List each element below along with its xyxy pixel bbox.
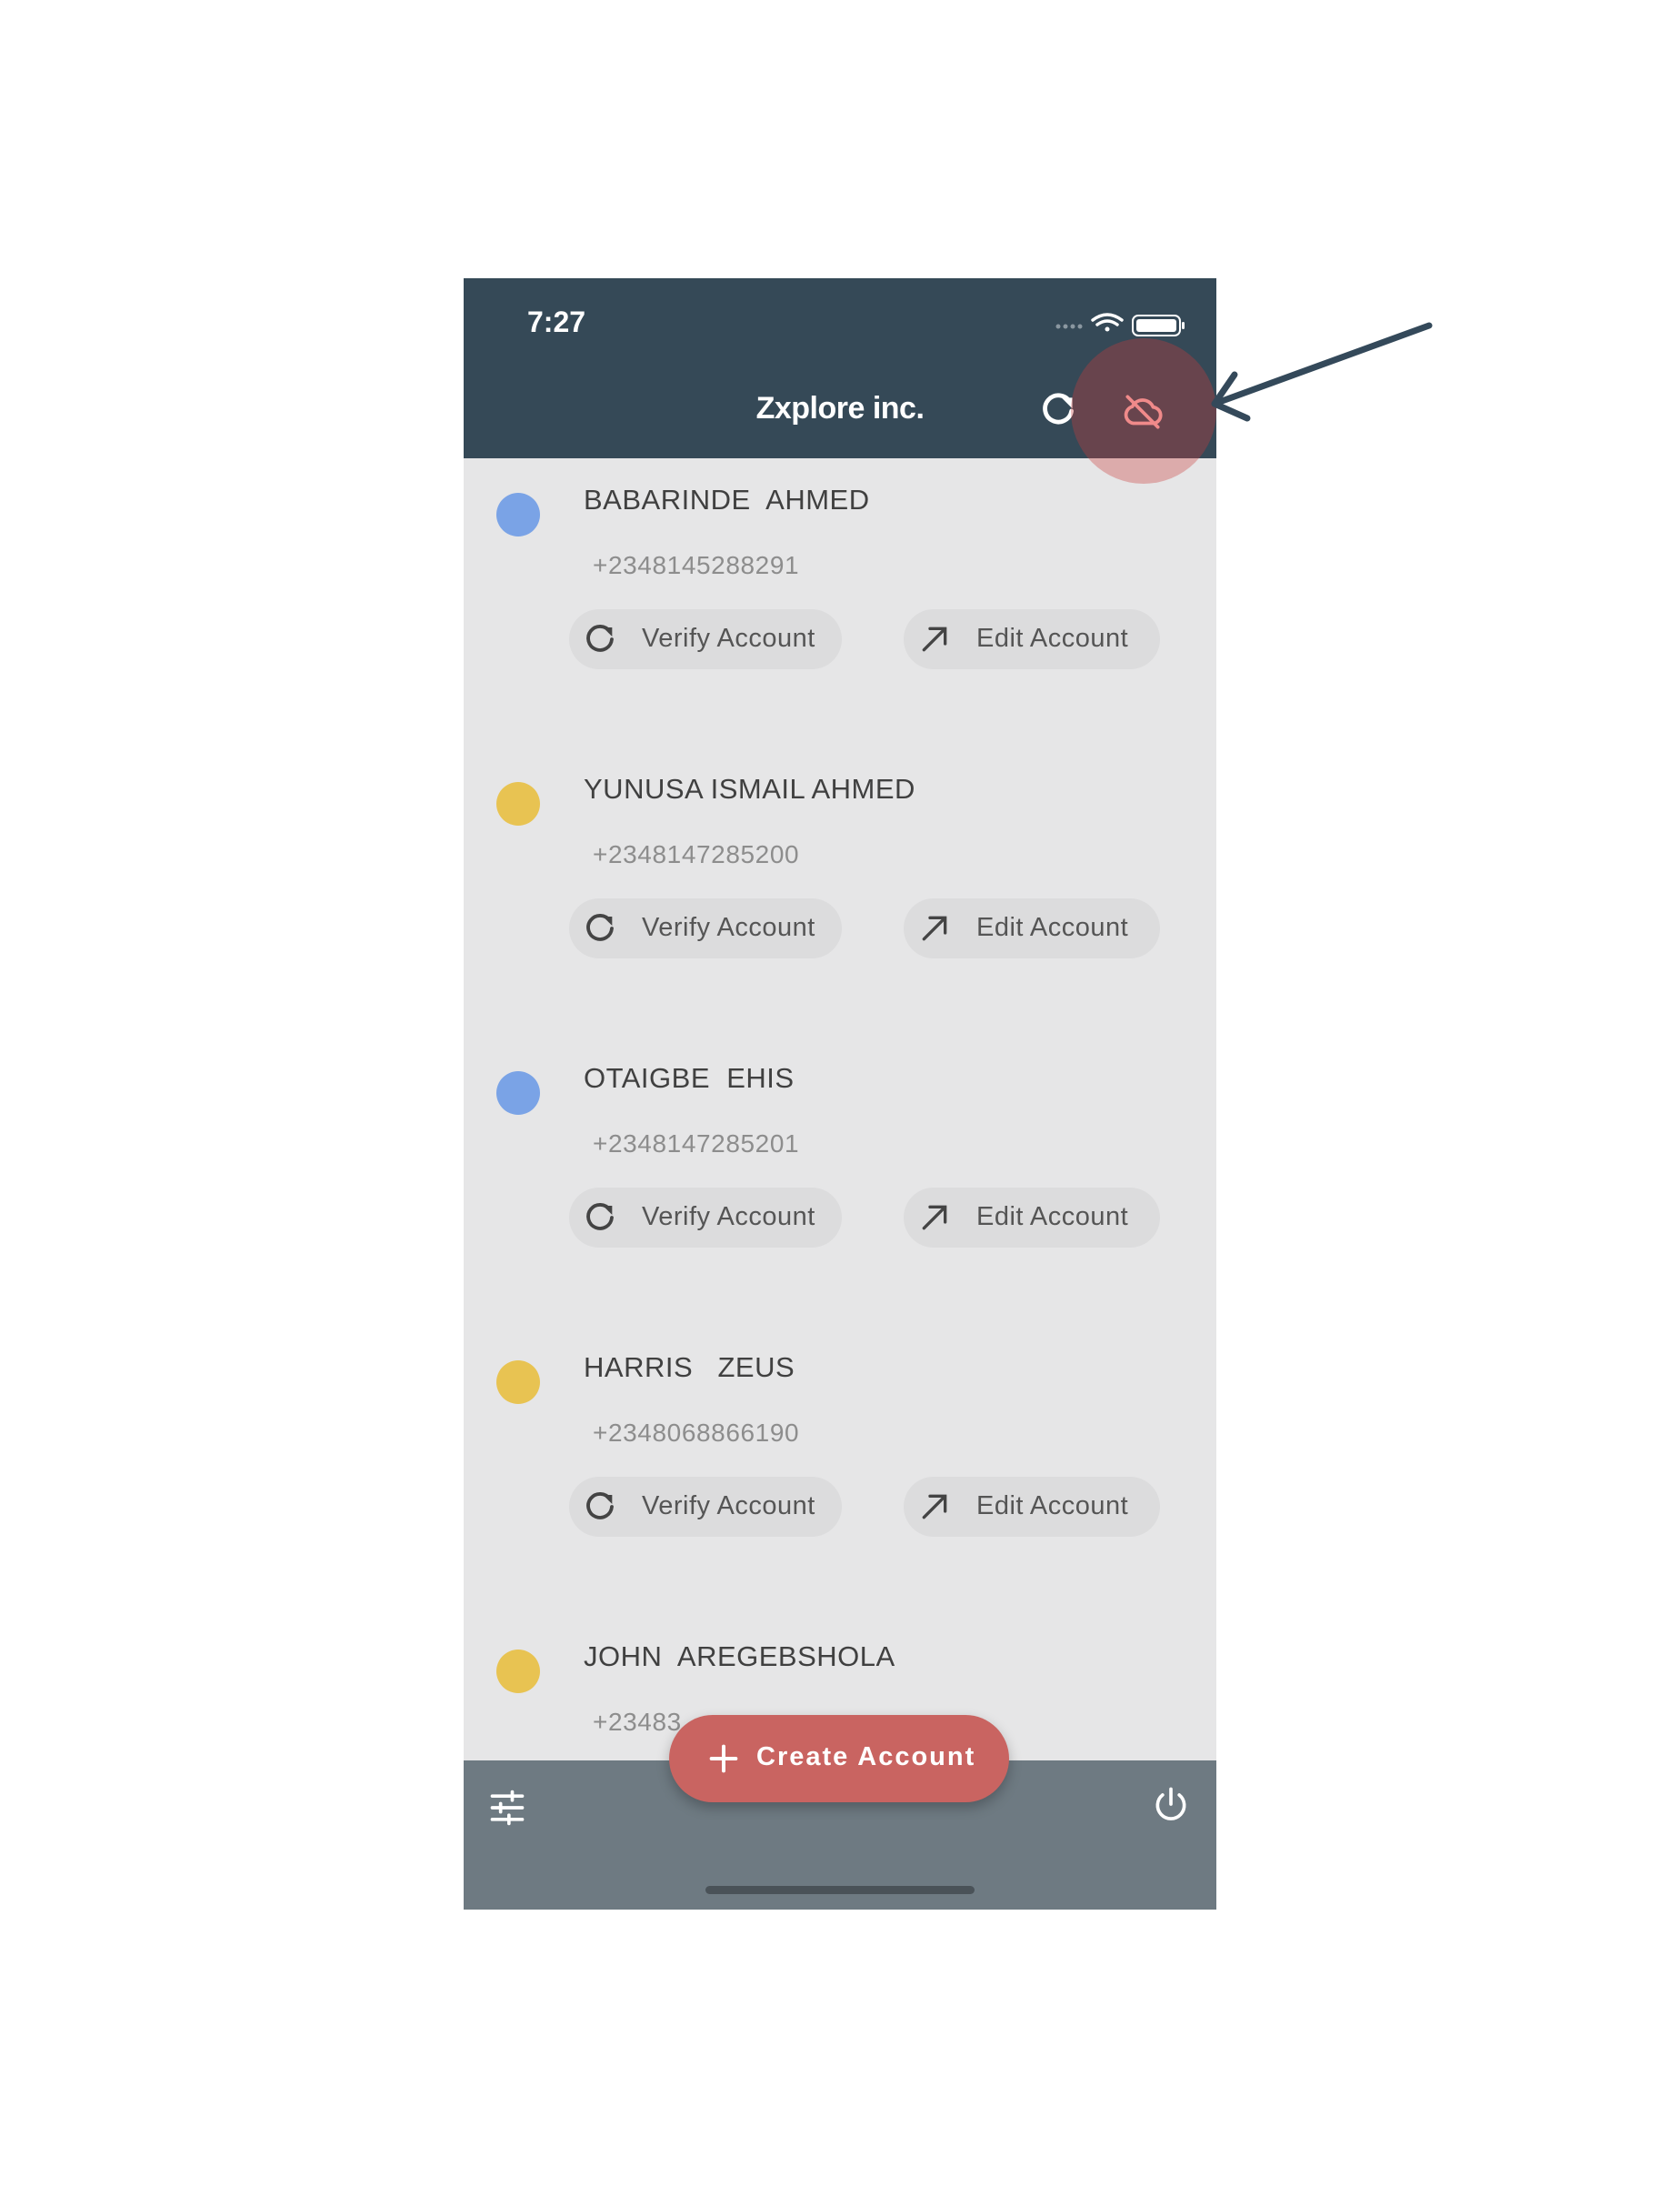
account-name: OTAIGBE EHIS xyxy=(584,1062,795,1094)
account-phone: +2348068866190 xyxy=(593,1419,800,1447)
battery-icon xyxy=(1132,315,1185,336)
edit-label: Edit Account xyxy=(976,1202,1129,1231)
arrow-up-right-icon xyxy=(922,1205,947,1230)
edit-account-button[interactable]: Edit Account xyxy=(904,898,1160,958)
verify-account-button[interactable]: Verify Account xyxy=(569,1188,842,1248)
account-name: BABARINDE AHMED xyxy=(584,484,870,516)
edit-label: Edit Account xyxy=(976,1491,1129,1520)
list-item: BABARINDE AHMED +2348145288291 Verify Ac… xyxy=(464,458,1216,747)
status-dot xyxy=(496,1650,540,1693)
arrow-up-right-icon xyxy=(922,627,947,652)
status-icons xyxy=(1055,313,1185,336)
account-name: HARRIS ZEUS xyxy=(584,1351,795,1383)
status-dot xyxy=(496,1071,540,1115)
account-name: JOHN AREGEBSHOLA xyxy=(584,1640,895,1672)
list-item: HARRIS ZEUS +2348068866190 Verify Accoun… xyxy=(464,1326,1216,1615)
status-dot xyxy=(496,1360,540,1404)
refresh-icon xyxy=(586,914,614,941)
verify-label: Verify Account xyxy=(642,913,815,942)
verify-label: Verify Account xyxy=(642,624,815,653)
plus-icon xyxy=(709,1744,738,1773)
wifi-icon xyxy=(1091,313,1124,332)
account-phone: +2348147285200 xyxy=(593,840,800,868)
account-phone: +23483 xyxy=(593,1708,682,1736)
arrow-up-right-icon xyxy=(922,1494,947,1519)
account-phone: +2348145288291 xyxy=(593,551,800,579)
list-item: YUNUSA ISMAIL AHMED +2348147285200 Verif… xyxy=(464,747,1216,1037)
create-account-label: Create Account xyxy=(756,1742,976,1771)
power-icon[interactable] xyxy=(1151,1784,1191,1824)
edit-account-button[interactable]: Edit Account xyxy=(904,1188,1160,1248)
account-name: YUNUSA ISMAIL AHMED xyxy=(584,773,915,805)
refresh-icon xyxy=(586,1492,614,1519)
verify-label: Verify Account xyxy=(642,1202,815,1231)
account-phone: +2348147285201 xyxy=(593,1129,800,1158)
edit-label: Edit Account xyxy=(976,913,1129,942)
verify-account-button[interactable]: Verify Account xyxy=(569,898,842,958)
list-item: OTAIGBE EHIS +2348147285201 Verify Accou… xyxy=(464,1037,1216,1326)
refresh-icon xyxy=(586,625,614,652)
arrow-up-right-icon xyxy=(922,916,947,941)
status-dot xyxy=(496,493,540,536)
verify-label: Verify Account xyxy=(642,1491,815,1520)
phone-screen: 7:27 Zxplore inc. BABARINDE AHMED +23481… xyxy=(464,278,1216,1910)
status-time: 7:27 xyxy=(527,306,586,338)
app-header: 7:27 Zxplore inc. xyxy=(464,278,1216,484)
cloud-off-icon[interactable] xyxy=(1118,389,1167,435)
pointer-arrow-icon xyxy=(1211,322,1433,422)
edit-label: Edit Account xyxy=(976,624,1129,653)
edit-account-button[interactable]: Edit Account xyxy=(904,1477,1160,1537)
create-account-button[interactable]: Create Account xyxy=(669,1715,1009,1802)
verify-account-button[interactable]: Verify Account xyxy=(569,1477,842,1537)
home-indicator xyxy=(705,1886,975,1894)
status-dot xyxy=(496,782,540,826)
edit-account-button[interactable]: Edit Account xyxy=(904,609,1160,669)
tune-icon[interactable] xyxy=(487,1788,527,1828)
refresh-icon xyxy=(586,1203,614,1230)
verify-account-button[interactable]: Verify Account xyxy=(569,609,842,669)
